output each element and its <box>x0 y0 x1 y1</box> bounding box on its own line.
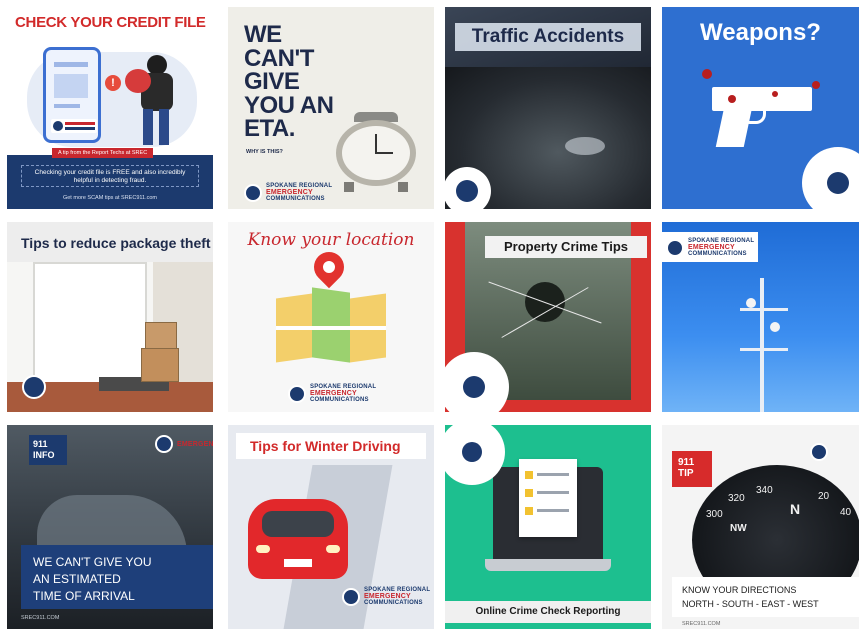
logo-banner: SPOKANE REGIONAL EMERGENCY COMMUNICATION… <box>662 232 758 262</box>
tile-package-theft[interactable]: Tips to reduce package theft <box>7 222 213 412</box>
logo-line3: COMMUNICATIONS <box>688 251 747 257</box>
eta-line3: TIME OF ARRIVAL <box>33 589 135 603</box>
tile-know-location[interactable]: Know your location SPOKANE REGIONAL EMER… <box>228 222 434 412</box>
red-car-icon <box>248 489 348 585</box>
srec-logo: SPOKANE REGIONAL EMERGENCY COMMUNICATION… <box>666 238 754 257</box>
srec-logo: EMERGENCY <box>155 435 213 453</box>
eta-headline: WE CAN'T GIVE YOU AN ETA. <box>244 21 334 143</box>
compass-mark-300: 300 <box>706 509 723 520</box>
logo-badge <box>17 366 51 408</box>
srec-seal-icon <box>827 172 849 194</box>
tip-panel: A tip from the Report Techs at SREC Chec… <box>7 148 213 209</box>
tile-property-crime[interactable]: Property Crime Tips <box>445 222 651 412</box>
logo-line2: EMERGENCY <box>688 244 735 251</box>
compass-mark-40: 40 <box>840 507 852 518</box>
srec-seal-icon <box>155 435 173 453</box>
srec-seal-icon <box>666 238 684 257</box>
eta-line2: AN ESTIMATED <box>33 572 121 586</box>
tip-body: Checking your credit file is FREE and al… <box>21 165 199 187</box>
srec-seal-icon <box>288 384 306 403</box>
srec-logo: SPOKANE REGIONAL EMERGENCY COMMUNICATION… <box>244 183 332 202</box>
directions-line1: KNOW YOUR DIRECTIONS <box>682 585 797 595</box>
tile-eta[interactable]: WE CAN'T GIVE YOU AN ETA. WHY IS THIS? S… <box>228 7 434 209</box>
eta-panel: WE CAN'T GIVE YOU AN ESTIMATED TIME OF A… <box>21 545 213 609</box>
image-grid: CHECK YOUR CREDIT FILE ! A tip from the … <box>0 0 860 633</box>
directions-line2: NORTH - SOUTH - EAST - WEST <box>682 599 819 609</box>
srec-seal-icon <box>462 442 482 462</box>
logo-line2: EMERGENCY <box>310 390 357 397</box>
eta-subtext: WHY IS THIS? <box>246 149 283 155</box>
directions-panel: KNOW YOUR DIRECTIONS NORTH - SOUTH - EAS… <box>672 577 859 617</box>
tile-credit-file[interactable]: CHECK YOUR CREDIT FILE ! A tip from the … <box>7 7 213 209</box>
tile-winter-driving[interactable]: Tips for Winter Driving SPOKANE REGIONAL… <box>228 425 434 629</box>
tip-footer: Get more SCAM tips at SREC911.com <box>62 195 158 201</box>
thief-figure <box>125 55 177 145</box>
theft-headline: Tips to reduce package theft <box>7 230 213 256</box>
logo-line2: EMERGENCY <box>177 440 213 448</box>
logo-seal <box>51 119 97 133</box>
tile-weapons[interactable]: Weapons? <box>662 7 859 209</box>
srec-seal-icon <box>342 587 360 606</box>
logo-line3: COMMUNICATIONS <box>266 196 325 202</box>
logo-line3: COMMUNICATIONS <box>310 397 369 403</box>
alarm-clock-icon <box>336 112 416 192</box>
laptop-icon <box>485 459 611 587</box>
property-headline: Property Crime Tips <box>485 236 647 258</box>
weapons-headline: Weapons? <box>700 19 821 46</box>
cell-tower-icon <box>740 278 788 412</box>
tip-footer: SREC911.COM <box>682 621 721 627</box>
logo-line2: EMERGENCY <box>364 593 411 600</box>
logo-line3: COMMUNICATIONS <box>364 600 423 606</box>
eta-line1: WE CAN'T GIVE YOU <box>33 555 152 569</box>
logo-badge <box>445 167 491 209</box>
tile-911-info[interactable]: 911 INFO EMERGENCY WE CAN'T GIVE YOU AN … <box>7 425 213 629</box>
tile-911-tip[interactable]: 300 320 340 N 20 NW 40 911 TIP KNOW YOUR… <box>662 425 859 629</box>
compass-mark-nw: NW <box>730 523 747 534</box>
blood-splatter <box>702 69 712 79</box>
credit-headline: CHECK YOUR CREDIT FILE <box>15 14 206 31</box>
srec-seal-icon <box>244 183 262 202</box>
tip-badge: 911 TIP <box>672 451 712 487</box>
reporting-headline: Online Crime Check Reporting <box>445 601 651 623</box>
checklist-icon <box>519 459 577 537</box>
srec-seal-icon <box>22 375 46 399</box>
srec-logo: SPOKANE REGIONAL EMERGENCY COMMUNICATION… <box>342 587 430 606</box>
compass-mark-20: 20 <box>818 491 830 502</box>
srec-logo <box>810 443 828 461</box>
map-pin-icon <box>307 245 351 289</box>
traffic-headline: Traffic Accidents <box>455 23 641 51</box>
logo-badge <box>802 147 859 209</box>
tile-online-reporting[interactable]: Online Crime Check Reporting <box>445 425 651 629</box>
srec-seal-icon <box>456 180 478 202</box>
compass-mark-n: N <box>790 501 801 517</box>
srec-logo: SPOKANE REGIONAL EMERGENCY COMMUNICATION… <box>288 384 376 403</box>
srec-seal-icon <box>463 376 485 398</box>
alert-icon: ! <box>105 75 121 91</box>
location-headline: Know your location <box>247 230 415 250</box>
winter-headline: Tips for Winter Driving <box>236 433 426 459</box>
package-boxes <box>141 348 179 382</box>
folded-map-icon <box>276 287 386 366</box>
info-badge: 911 INFO <box>29 435 67 465</box>
compass-mark-320: 320 <box>728 493 745 504</box>
srec-seal-icon <box>810 443 828 461</box>
handgun-icon <box>712 87 812 147</box>
tip-banner: A tip from the Report Techs at SREC <box>52 148 154 158</box>
tile-cell-tower[interactable]: SPOKANE REGIONAL EMERGENCY COMMUNICATION… <box>662 222 859 412</box>
headlight-shape <box>565 137 605 155</box>
blood-splatter <box>812 81 820 89</box>
tile-traffic-accidents[interactable]: Traffic Accidents <box>445 7 651 209</box>
info-footer: SREC911.COM <box>21 615 60 621</box>
logo-line2: EMERGENCY <box>266 189 313 196</box>
package-boxes <box>145 322 177 350</box>
compass-mark-340: 340 <box>756 485 773 496</box>
